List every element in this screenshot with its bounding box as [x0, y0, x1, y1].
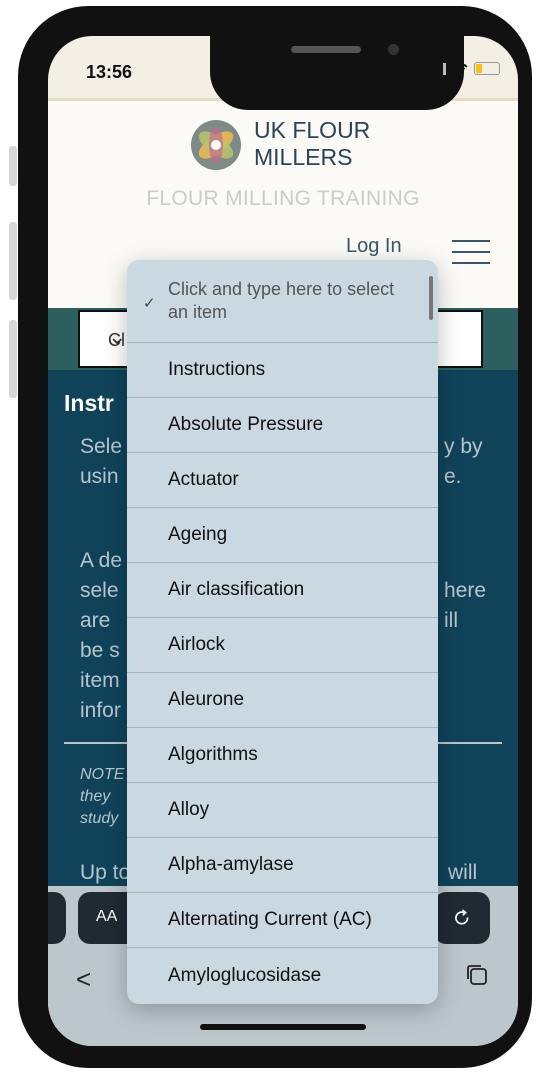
- dropdown-option[interactable]: Alloy: [127, 783, 438, 838]
- dropdown-option[interactable]: Airlock: [127, 618, 438, 673]
- text-line: ill: [444, 609, 458, 632]
- uk-flour-millers-logo: [191, 120, 241, 170]
- text-line: e.: [444, 465, 462, 488]
- text-line: y by: [444, 435, 483, 458]
- note-left: NOTE they study: [80, 764, 124, 830]
- text-line: Sele: [80, 435, 123, 458]
- brand-name: UK FLOUR MILLERS: [254, 117, 370, 171]
- placeholder-label: Click and type here to select an item: [168, 279, 395, 322]
- back-button[interactable]: <: [76, 964, 91, 995]
- home-indicator: [200, 1024, 366, 1030]
- text-line: infor: [80, 699, 121, 722]
- brand-line-1: UK FLOUR: [254, 117, 371, 143]
- text-line: are: [80, 609, 111, 632]
- battery-icon: [474, 62, 500, 75]
- dropdown-option-placeholder[interactable]: ✓ Click and type here to select an item: [127, 260, 438, 343]
- instructions-title: Instr: [64, 390, 114, 416]
- status-icons: [428, 62, 500, 75]
- dropdown-option[interactable]: Instructions: [127, 343, 438, 398]
- dropdown-option[interactable]: Absolute Pressure: [127, 398, 438, 453]
- paragraph-2-right: here ill: [444, 576, 486, 636]
- speaker: [291, 46, 361, 53]
- text-line: item: [80, 669, 120, 692]
- screen: 13:56 UK FLOUR MILLERS FLOUR MILLING TRA…: [48, 36, 518, 1046]
- camera: [388, 44, 399, 55]
- volume-up-button: [9, 222, 17, 300]
- dropdown-option[interactable]: Algorithms: [127, 728, 438, 783]
- signal-icon: [428, 62, 446, 75]
- site-tagline: FLOUR MILLING TRAINING: [146, 187, 420, 210]
- paragraph-2-left: A de sele are be s item infor: [80, 546, 122, 726]
- text-line: here: [444, 579, 487, 602]
- text-line: study: [80, 810, 119, 827]
- dropdown-option[interactable]: Alpha-amylase: [127, 838, 438, 893]
- text-line: be s: [80, 639, 120, 662]
- text-line: A de: [80, 549, 123, 572]
- text-line: they: [80, 788, 111, 805]
- status-time: 13:56: [86, 62, 133, 82]
- volume-down-button: [9, 320, 17, 398]
- dropdown-option[interactable]: Alternating Current (AC): [127, 893, 438, 948]
- dropdown-option[interactable]: Air classification: [127, 563, 438, 618]
- aa-label: AA: [96, 908, 118, 925]
- brand-line-2: MILLERS: [254, 144, 353, 170]
- paragraph-1-right: y by e.: [444, 432, 483, 492]
- reload-icon: [455, 909, 469, 925]
- dropdown-option[interactable]: Ageing: [127, 508, 438, 563]
- checkmark-icon: ✓: [143, 295, 156, 312]
- text-line: NOTE: [80, 766, 125, 783]
- login-link[interactable]: Log In: [346, 235, 402, 258]
- tab-pill-left[interactable]: [48, 892, 66, 944]
- mute-switch: [9, 146, 17, 186]
- dropdown-option[interactable]: Actuator: [127, 453, 438, 508]
- text-line: sele: [80, 579, 119, 602]
- dropdown-option[interactable]: Aleurone: [127, 673, 438, 728]
- paragraph-1-left: Sele usin: [80, 432, 122, 492]
- paragraph-3-right: will: [448, 861, 478, 884]
- paragraph-3-left: Up to: [80, 861, 131, 884]
- reload-button[interactable]: [434, 892, 490, 944]
- text-line: usin: [80, 465, 119, 488]
- scrollbar[interactable]: [429, 276, 433, 320]
- notch: [210, 36, 464, 110]
- dropdown-option[interactable]: Amyloglucosidase: [127, 948, 438, 1003]
- wifi-icon: [452, 62, 468, 74]
- hamburger-menu-icon[interactable]: [452, 235, 490, 265]
- select-dropdown-list[interactable]: ✓ Click and type here to select an item …: [127, 260, 438, 1004]
- tabs-icon[interactable]: [466, 964, 488, 986]
